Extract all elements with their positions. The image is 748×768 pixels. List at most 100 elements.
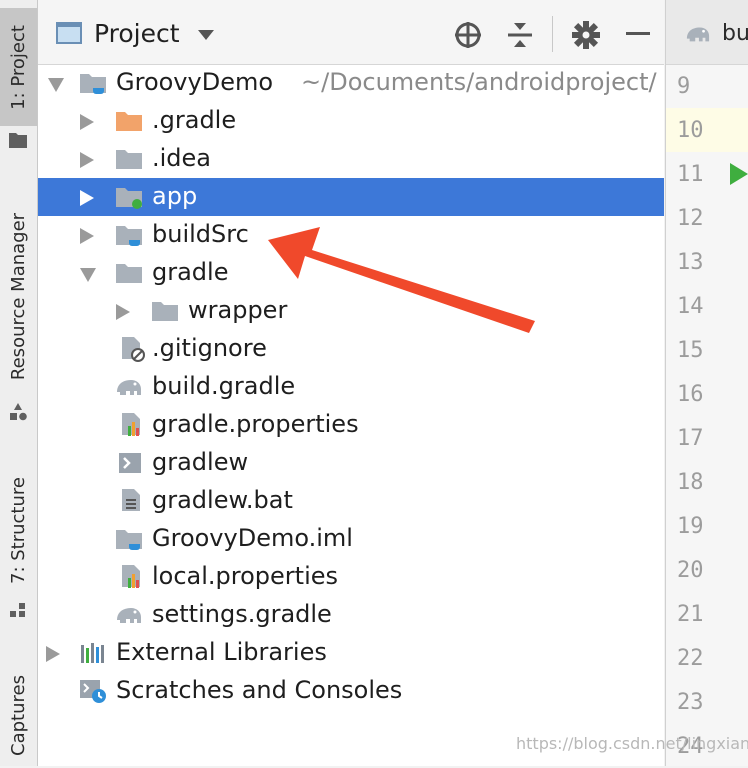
properties-file-icon bbox=[122, 565, 140, 588]
hide-panel-icon[interactable] bbox=[626, 32, 650, 35]
project-view-title[interactable]: Project bbox=[94, 19, 180, 48]
tree-item-app[interactable]: app bbox=[38, 178, 664, 216]
tree-item-gradle[interactable]: gradle bbox=[38, 254, 664, 292]
locate-icon[interactable] bbox=[453, 20, 483, 50]
module-folder-icon bbox=[80, 74, 106, 94]
tree-item-label: buildSrc bbox=[152, 220, 249, 248]
gutter-line: 22 bbox=[666, 636, 748, 680]
tree-item-label: External Libraries bbox=[116, 638, 327, 666]
tab-captures-label: Captures bbox=[8, 674, 30, 756]
tree-item-label: gradle bbox=[152, 258, 229, 286]
expand-arrow-icon[interactable] bbox=[80, 114, 94, 130]
tree-item-idea[interactable]: .idea bbox=[38, 140, 664, 178]
tree-item-label: gradlew bbox=[152, 448, 249, 476]
tree-item-groovydemo-iml[interactable]: GroovyDemo.iml bbox=[38, 520, 664, 558]
gutter-line: 12 bbox=[666, 196, 748, 240]
line-number: 10 bbox=[677, 118, 704, 143]
tool-window-strip: 1: Project Resource Manager 7: Structure… bbox=[0, 0, 38, 766]
tree-item-dot-gradle[interactable]: .gradle bbox=[38, 102, 664, 140]
line-number: 17 bbox=[677, 426, 704, 451]
line-number: 12 bbox=[677, 206, 704, 231]
line-number: 19 bbox=[677, 514, 704, 539]
gutter-line: 13 bbox=[666, 240, 748, 284]
properties-file-icon bbox=[122, 413, 140, 436]
line-number: 18 bbox=[677, 470, 704, 495]
structure-icon bbox=[10, 603, 25, 617]
tree-item-scratches-and-consoles[interactable]: Scratches and Consoles bbox=[38, 672, 664, 710]
module-file-icon bbox=[116, 530, 142, 550]
tree-item-label: GroovyDemo ~/Documents/androidproject/ bbox=[116, 68, 657, 96]
folder-icon bbox=[116, 150, 142, 169]
expand-arrow-icon[interactable] bbox=[80, 228, 94, 244]
tree-item-gradlew[interactable]: gradlew bbox=[38, 444, 664, 482]
tree-item-local-properties[interactable]: local.properties bbox=[38, 558, 664, 596]
watermark: https://blog.csdn.net/lingxianglin bbox=[516, 734, 748, 753]
folder-icon bbox=[9, 133, 27, 148]
line-number: 20 bbox=[677, 558, 704, 583]
expand-arrow-icon[interactable] bbox=[116, 304, 130, 320]
scratches-icon bbox=[80, 680, 106, 703]
gradle-elephant-icon bbox=[117, 380, 141, 395]
tree-item-build-gradle[interactable]: build.gradle bbox=[38, 368, 664, 406]
gutter-line: 15 bbox=[666, 328, 748, 372]
chevron-down-icon[interactable] bbox=[198, 30, 214, 40]
gradle-elephant-icon bbox=[117, 608, 141, 623]
tree-item-gradle-properties[interactable]: gradle.properties bbox=[38, 406, 664, 444]
gutter-line: 9 bbox=[666, 64, 748, 108]
gutter-line: 10 bbox=[666, 108, 748, 152]
tree-item-buildsrc[interactable]: buildSrc bbox=[38, 216, 664, 254]
tab-structure-label: 7: Structure bbox=[8, 476, 30, 584]
gutter-line: 19 bbox=[666, 504, 748, 548]
tree-item-settings-gradle[interactable]: settings.gradle bbox=[38, 596, 664, 634]
editor-tab[interactable]: bu bbox=[666, 0, 748, 65]
gutter-line: 21 bbox=[666, 592, 748, 636]
tree-item-label: .idea bbox=[152, 144, 212, 172]
gutter-line: 11 bbox=[666, 152, 748, 196]
tab-project[interactable]: 1: Project bbox=[0, 8, 37, 126]
tree-item-label: settings.gradle bbox=[152, 600, 332, 628]
tree-item-label: build.gradle bbox=[152, 372, 296, 400]
libraries-icon bbox=[81, 643, 104, 663]
gutter-line: 16 bbox=[666, 372, 748, 416]
shapes-icon bbox=[10, 403, 27, 421]
gradle-elephant-icon bbox=[686, 27, 710, 42]
folder-icon bbox=[152, 302, 178, 321]
tree-item-gitignore[interactable]: .gitignore bbox=[38, 330, 664, 368]
run-gutter-icon[interactable] bbox=[730, 163, 748, 185]
collapse-all-icon[interactable] bbox=[505, 20, 535, 50]
tree-item-label: GroovyDemo.iml bbox=[152, 524, 353, 552]
line-number: 15 bbox=[677, 338, 704, 363]
expand-arrow-icon[interactable] bbox=[46, 646, 60, 662]
excluded-folder-icon bbox=[116, 112, 142, 131]
tree-item-groovydemo[interactable]: GroovyDemo ~/Documents/androidproject/ bbox=[38, 64, 664, 102]
tab-resource-manager[interactable]: Resource Manager bbox=[0, 196, 37, 396]
tree-item-label: Scratches and Consoles bbox=[116, 676, 403, 704]
project-view-icon bbox=[56, 22, 82, 44]
gutter-line: 14 bbox=[666, 284, 748, 328]
expand-arrow-icon[interactable] bbox=[48, 78, 64, 92]
tree-item-label: gradle.properties bbox=[152, 410, 359, 438]
toolbar-divider bbox=[552, 16, 553, 52]
tree-item-wrapper[interactable]: wrapper bbox=[38, 292, 664, 330]
tree-item-label: .gitignore bbox=[152, 334, 267, 362]
line-number: 23 bbox=[677, 690, 704, 715]
editor-tab-label: bu bbox=[722, 21, 748, 46]
tree-item-gradlew-bat[interactable]: gradlew.bat bbox=[38, 482, 664, 520]
project-name: GroovyDemo bbox=[116, 68, 274, 96]
expand-arrow-icon[interactable] bbox=[80, 268, 96, 282]
tree-item-label: .gradle bbox=[152, 106, 237, 134]
tab-captures[interactable]: Captures bbox=[0, 664, 37, 766]
folder-icon bbox=[116, 264, 142, 283]
expand-arrow-icon[interactable] bbox=[80, 190, 94, 206]
shell-script-icon bbox=[119, 453, 141, 473]
line-number: 9 bbox=[677, 74, 691, 99]
gear-icon[interactable] bbox=[571, 20, 601, 50]
tree-item-external-libraries[interactable]: External Libraries bbox=[38, 634, 664, 672]
tree-item-label: local.properties bbox=[152, 562, 339, 590]
line-number: 21 bbox=[677, 602, 704, 627]
expand-arrow-icon[interactable] bbox=[80, 152, 94, 168]
text-file-icon bbox=[122, 489, 140, 511]
gutter-line: 20 bbox=[666, 548, 748, 592]
tree-item-label: app bbox=[152, 182, 198, 210]
tab-structure[interactable]: 7: Structure bbox=[0, 466, 37, 594]
